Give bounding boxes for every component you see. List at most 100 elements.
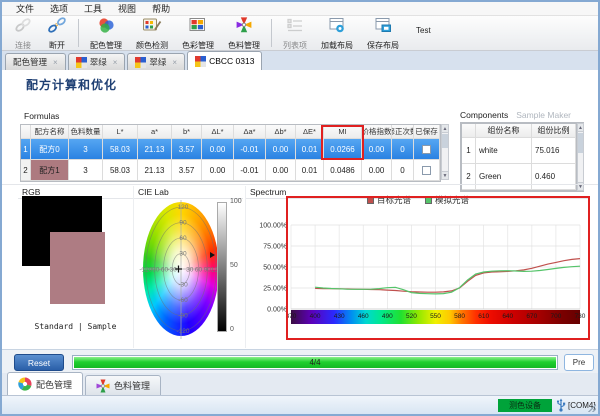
pinwheel-icon bbox=[96, 379, 110, 393]
column-header[interactable]: L* bbox=[103, 125, 138, 139]
close-icon[interactable]: × bbox=[113, 58, 118, 67]
table-cell[interactable]: 0.01 bbox=[296, 139, 324, 160]
toolbar-color-detect-button[interactable]: 颜色检测 bbox=[129, 17, 175, 50]
standard-sample-label: Standard | Sample bbox=[18, 322, 133, 331]
table-cell[interactable]: -0.01 bbox=[234, 139, 266, 160]
wavelength-tick-label: 370 bbox=[286, 313, 297, 320]
doc-tab-翠绿[interactable]: 翠绿× bbox=[68, 53, 126, 70]
table-cell[interactable]: -0.01 bbox=[234, 160, 266, 181]
reset-button[interactable]: Reset bbox=[14, 354, 64, 371]
tab-icon bbox=[195, 56, 206, 67]
saved-checkbox[interactable] bbox=[422, 145, 431, 154]
table-cell[interactable]: 0.00 bbox=[362, 139, 392, 160]
column-header[interactable]: ΔL* bbox=[202, 125, 234, 139]
components-scrollbar[interactable]: ▲▼ bbox=[577, 123, 584, 191]
column-header[interactable]: Δb* bbox=[266, 125, 296, 139]
menu-item[interactable]: 工具 bbox=[76, 2, 110, 15]
panel-splitter[interactable] bbox=[2, 184, 598, 185]
table-row[interactable]: 1配方0358.0321.133.570.00-0.010.000.010.02… bbox=[21, 139, 440, 160]
sample-maker-tab[interactable]: Sample Maker bbox=[516, 110, 571, 120]
lightness-marker-icon[interactable] bbox=[210, 252, 215, 258]
components-panel: Components Sample Maker 组份名称组份比例1white75… bbox=[460, 110, 584, 192]
components-header-row: 组份名称组份比例 bbox=[462, 124, 576, 138]
column-header[interactable]: ΔE* bbox=[296, 125, 324, 139]
resize-grip[interactable] bbox=[588, 404, 596, 412]
svg-text:-60: -60 bbox=[159, 267, 169, 274]
table-cell[interactable]: 0.0266 bbox=[324, 139, 362, 160]
table-cell[interactable]: 0.00 bbox=[266, 139, 296, 160]
lightness-bar[interactable] bbox=[217, 202, 227, 332]
table-cell[interactable]: 3.57 bbox=[172, 160, 202, 181]
tab-label: 翠绿 bbox=[149, 56, 166, 68]
bottom-tab-配色管理[interactable]: 配色管理 bbox=[7, 372, 83, 395]
column-header[interactable]: b* bbox=[172, 125, 202, 139]
formula-name-cell[interactable]: 配方0 bbox=[31, 139, 69, 160]
column-header[interactable]: 组份名称 bbox=[476, 124, 532, 138]
table-scrollbar[interactable]: ▲▼ bbox=[441, 124, 449, 180]
progress-value: 4/4 bbox=[73, 356, 557, 369]
scroll-down-icon[interactable]: ▼ bbox=[442, 171, 448, 179]
column-header[interactable]: 组份比例 bbox=[532, 124, 576, 138]
tab-label: CBCC 0313 bbox=[209, 56, 254, 66]
table-cell[interactable]: 0.0486 bbox=[324, 160, 362, 181]
column-header[interactable]: 修正次数 bbox=[392, 125, 414, 139]
doc-tab-配色管理[interactable]: 配色管理 × bbox=[5, 53, 66, 70]
table-cell[interactable]: 0.00 bbox=[362, 160, 392, 181]
table-cell[interactable]: 21.13 bbox=[138, 160, 172, 181]
cielab-panel: CIE Lab 120120909060603030-30-30-60-60-9… bbox=[133, 186, 243, 348]
table-row[interactable]: 2配方1358.0321.133.570.00-0.010.000.010.04… bbox=[21, 160, 440, 181]
table-cell[interactable]: 0.01 bbox=[296, 160, 324, 181]
saved-checkbox[interactable] bbox=[422, 166, 431, 175]
close-icon[interactable]: × bbox=[172, 58, 177, 67]
rgb-panel: RGB Standard | Sample bbox=[18, 186, 133, 348]
table-cell[interactable]: 58.03 bbox=[103, 160, 138, 181]
scroll-up-icon[interactable]: ▲ bbox=[442, 125, 448, 133]
toolbar-save-layout-button[interactable]: 保存布局 bbox=[360, 17, 406, 50]
column-header[interactable]: MI bbox=[324, 125, 362, 139]
bottom-tab-色料管理[interactable]: 色料管理 bbox=[85, 375, 161, 395]
toolbar-color-manage-button[interactable]: 色彩管理 bbox=[175, 17, 221, 50]
pre-button[interactable]: Pre bbox=[564, 354, 594, 371]
component-row[interactable]: 1white75.016 bbox=[462, 138, 576, 164]
test-label[interactable]: Test bbox=[416, 26, 431, 35]
toolbar-color-matching-button[interactable]: 配色管理 bbox=[83, 17, 129, 50]
table-cell[interactable]: 21.13 bbox=[138, 139, 172, 160]
column-header[interactable]: 色料数量 bbox=[69, 125, 103, 139]
table-cell[interactable]: 3.57 bbox=[172, 139, 202, 160]
row-number: 1 bbox=[462, 138, 476, 164]
component-ratio-cell[interactable]: 75.016 bbox=[532, 138, 576, 164]
doc-tab-CBCC 0313[interactable]: CBCC 0313 bbox=[187, 51, 262, 70]
components-tab[interactable]: Components bbox=[460, 110, 508, 120]
menu-item[interactable]: 帮助 bbox=[144, 2, 178, 15]
column-header[interactable]: a* bbox=[138, 125, 172, 139]
toolbar-separator bbox=[78, 19, 79, 47]
table-cell[interactable]: 58.03 bbox=[103, 139, 138, 160]
component-name-cell[interactable]: white bbox=[476, 138, 532, 164]
column-header[interactable]: Δa* bbox=[234, 125, 266, 139]
wavelength-tick-label: 550 bbox=[430, 313, 441, 320]
svg-text:25.00%: 25.00% bbox=[263, 286, 287, 293]
table-cell[interactable]: 0 bbox=[392, 139, 414, 160]
toolbar-load-layout-button[interactable]: 加载布局 bbox=[314, 17, 360, 50]
scroll-up-icon[interactable]: ▲ bbox=[578, 124, 583, 132]
table-cell[interactable]: 0.00 bbox=[202, 139, 234, 160]
column-header[interactable]: 价格指数 bbox=[362, 125, 392, 139]
column-header[interactable]: 已保存 bbox=[414, 125, 440, 139]
menu-item[interactable]: 视图 bbox=[110, 2, 144, 15]
color-manage-icon bbox=[188, 16, 208, 39]
toolbar-disconnect-button[interactable]: 断开 bbox=[40, 17, 74, 50]
wavelength-tick-label: 730 bbox=[575, 313, 586, 320]
menu-item[interactable]: 文件 bbox=[8, 2, 42, 15]
column-header[interactable]: 配方名称 bbox=[31, 125, 69, 139]
table-cell[interactable]: 3 bbox=[69, 160, 103, 181]
doc-tab-翠绿[interactable]: 翠绿 × bbox=[127, 53, 185, 70]
table-cell[interactable]: 0 bbox=[392, 160, 414, 181]
toolbar-colorant-manage-button[interactable]: 色料管理 bbox=[221, 17, 267, 50]
table-cell[interactable]: 0.00 bbox=[202, 160, 234, 181]
formula-name-cell[interactable]: 配方1 bbox=[31, 160, 69, 181]
close-icon[interactable]: × bbox=[53, 58, 58, 67]
tab-label: 配色管理 bbox=[13, 56, 47, 68]
table-cell[interactable]: 3 bbox=[69, 139, 103, 160]
table-cell[interactable]: 0.00 bbox=[266, 160, 296, 181]
menu-item[interactable]: 选项 bbox=[42, 2, 76, 15]
